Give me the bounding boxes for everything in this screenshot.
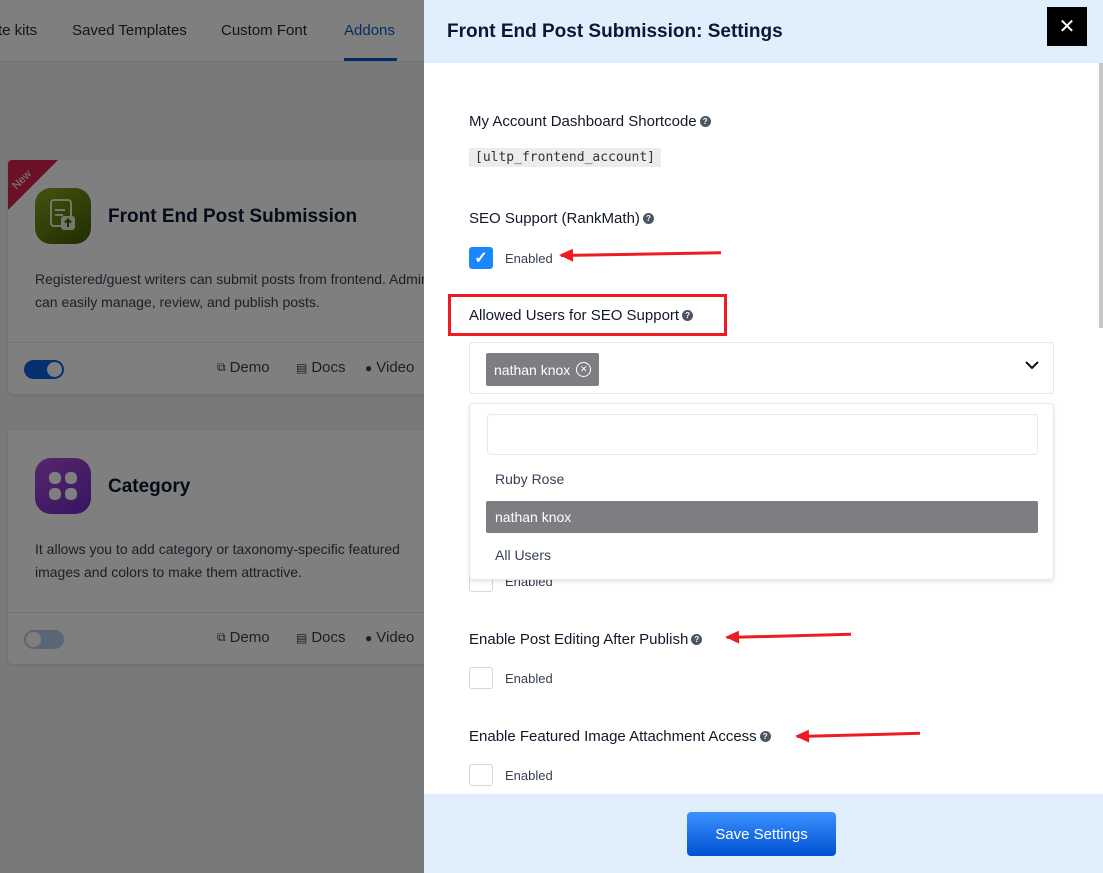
annotation-arrow [796,731,920,738]
seo-support-checkbox-label: Enabled [505,250,553,266]
featured-image-checkbox[interactable] [469,764,493,786]
drawer-header: Front End Post Submission: Settings ✕ [424,0,1103,63]
user-search-input[interactable] [487,414,1038,455]
help-icon[interactable]: ? [699,116,711,127]
featured-image-label: Enable Featured Image Attachment Access … [469,728,771,745]
allowed-users-label-text: Allowed Users for SEO Support [469,307,680,324]
save-settings-button[interactable]: Save Settings [687,812,836,856]
seo-support-label-text: SEO Support (RankMath) [469,210,640,227]
annotation-arrow [560,251,722,257]
seo-support-checkbox[interactable]: ✓ [469,247,493,269]
drawer-title: Front End Post Submission: Settings [447,21,783,42]
post-editing-checkbox[interactable] [469,667,493,689]
post-editing-label: Enable Post Editing After Publish ? [469,631,703,648]
drawer-scrollbar[interactable] [1099,63,1103,328]
shortcode-label-text: My Account Dashboard Shortcode [469,113,697,130]
dropdown-option-selected[interactable]: nathan knox [486,501,1038,533]
chevron-down-icon[interactable] [1025,357,1039,373]
featured-image-label-text: Enable Featured Image Attachment Access [469,728,757,745]
shortcode-value: [ultp_frontend_account] [469,148,662,167]
featured-image-checkbox-label: Enabled [505,767,553,783]
post-editing-checkbox-label: Enabled [505,670,553,686]
allowed-users-select[interactable]: nathan knox ✕ [469,342,1054,394]
allowed-users-label: Allowed Users for SEO Support ? [469,307,694,324]
close-icon: ✕ [1058,16,1076,38]
seo-support-label: SEO Support (RankMath) ? [469,210,654,227]
annotation-arrow [726,632,851,639]
help-icon[interactable]: ? [682,310,694,321]
featured-image-checkbox-row[interactable]: Enabled [469,764,553,786]
help-icon[interactable]: ? [759,731,771,742]
drawer-footer: Save Settings [424,794,1103,873]
seo-support-checkbox-row[interactable]: ✓ Enabled [469,247,553,269]
shortcode-label: My Account Dashboard Shortcode ? [469,113,711,130]
settings-drawer: Front End Post Submission: Settings ✕ My… [424,0,1103,873]
post-editing-checkbox-row[interactable]: Enabled [469,667,553,689]
post-editing-label-text: Enable Post Editing After Publish [469,631,689,648]
dropdown-option[interactable]: All Users [486,539,1038,571]
dropdown-option[interactable]: Ruby Rose [486,463,1038,495]
help-icon[interactable]: ? [642,213,654,224]
selected-user-tag-label: nathan knox [494,361,571,378]
selected-user-tag: nathan knox ✕ [486,353,600,386]
checkmark-icon: ✓ [474,250,488,267]
help-icon[interactable]: ? [691,634,703,645]
remove-tag-icon[interactable]: ✕ [576,362,592,377]
allowed-users-dropdown: Ruby Rose nathan knox All Users [469,403,1054,580]
close-button[interactable]: ✕ [1047,7,1087,46]
